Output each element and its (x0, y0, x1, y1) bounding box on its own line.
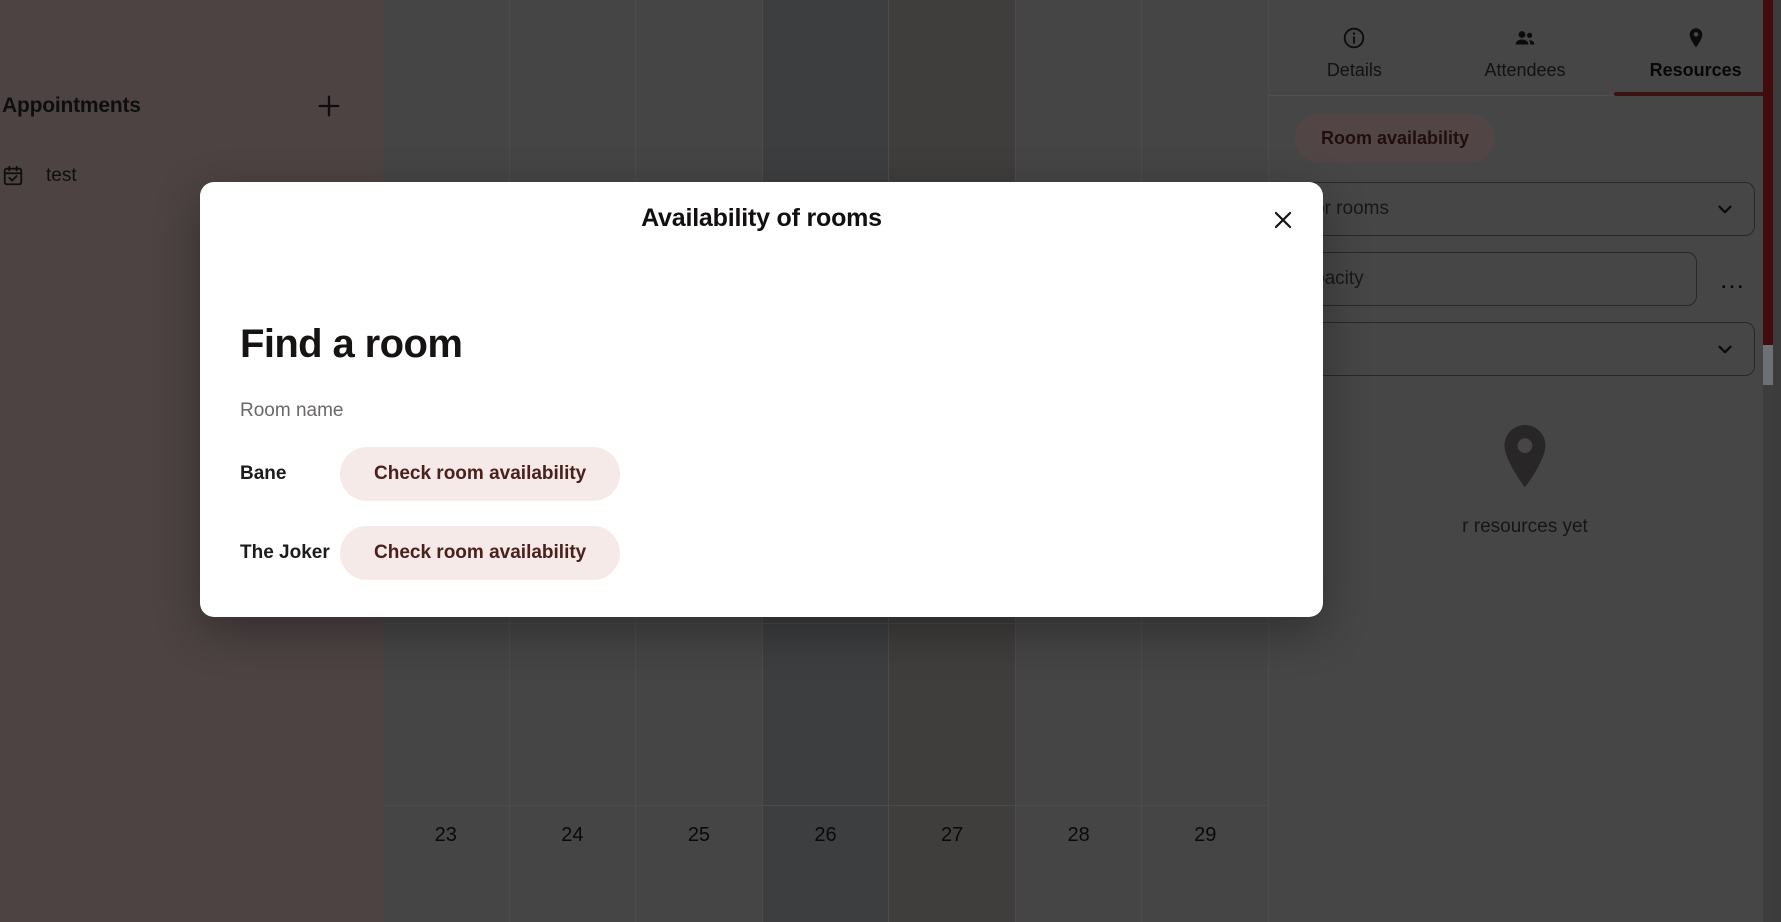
application-root: Appointments test 23 24 25 26 27 28 29 D… (0, 0, 1781, 922)
close-button[interactable] (1261, 198, 1305, 242)
check-room-availability-button[interactable]: Check room availability (340, 526, 621, 580)
room-name-column-header: Room name (240, 400, 344, 421)
find-a-room-heading: Find a room (240, 322, 463, 366)
dialog-title: Availability of rooms (641, 203, 882, 232)
close-icon (1274, 211, 1292, 229)
table-row: The Joker Check room availability (240, 523, 1283, 583)
room-name: Bane (240, 463, 287, 484)
check-room-availability-button[interactable]: Check room availability (340, 447, 621, 501)
dialog-body: Find a room Room name Bane Check room av… (200, 254, 1323, 583)
availability-of-rooms-dialog: Availability of rooms Find a room Room n… (200, 182, 1323, 617)
table-row: Bane Check room availability (240, 444, 1283, 504)
dialog-header: Availability of rooms (200, 182, 1323, 254)
room-name: The Joker (240, 542, 330, 563)
